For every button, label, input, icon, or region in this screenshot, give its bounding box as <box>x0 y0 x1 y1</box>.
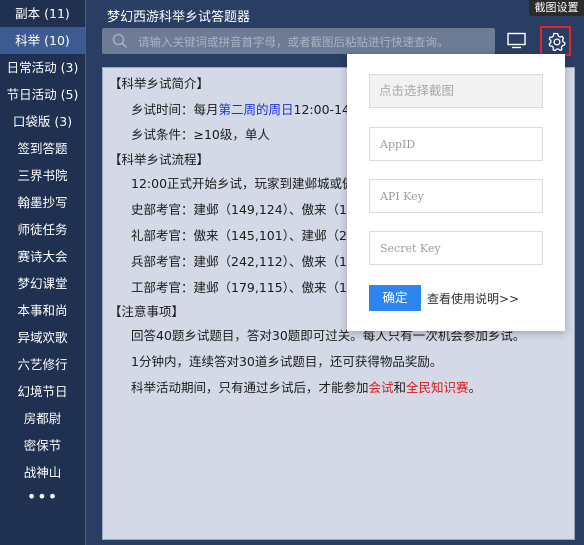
search-icon <box>112 33 128 49</box>
sidebar-item-sanjie-academy[interactable]: 三界书院 <box>0 162 85 189</box>
secret-key-field[interactable] <box>369 231 543 265</box>
sidebar-item-fuben[interactable]: 副本 (11) <box>0 0 85 27</box>
sidebar-item-monk[interactable]: 本事和尚 <box>0 297 85 324</box>
help-link[interactable]: 查看使用说明>> <box>427 290 519 307</box>
sidebar-item-hanmo-copy[interactable]: 翰墨抄写 <box>0 189 85 216</box>
gear-icon <box>548 32 566 52</box>
note-line: 1分钟内，连续答对30道乡试题目，还可获得物品奖励。 <box>131 354 443 369</box>
exam-time-value: 12:00-14: <box>293 102 355 117</box>
secret-key-input[interactable] <box>378 232 542 264</box>
sidebar-item-festival[interactable]: 节日活动 (5) <box>0 81 85 108</box>
official-line: 史部考官：建邺（149,124）、傲来（13 <box>131 202 355 217</box>
sidebar-item-menghuan-class[interactable]: 梦幻课堂 <box>0 270 85 297</box>
exam-time-label: 乡试时间：每月 <box>131 102 219 117</box>
note-text: 科举活动期间，只有通过乡试后，才能参加 <box>131 380 369 395</box>
screenshot-settings-popup: 点击选择截图 确定 查看使用说明>> <box>347 54 565 331</box>
official-line: 礼部考官：傲来（145,101）、建邺（21 <box>131 228 355 243</box>
more-icon[interactable]: ••• <box>0 486 85 513</box>
exam-time-highlight: 第二周的周日 <box>218 102 294 117</box>
sidebar-item-mibao[interactable]: 密保节 <box>0 432 85 459</box>
official-line: 工部考官：建邺（179,115）、傲来（18 <box>131 280 355 295</box>
screenshot-settings-button[interactable] <box>540 26 571 56</box>
section-header-notes: 【注意事项】 <box>109 304 185 319</box>
sidebar-item-zhanshen-mountain[interactable]: 战神山 <box>0 459 85 486</box>
sidebar-item-pocket[interactable]: 口袋版 (3) <box>0 108 85 135</box>
appid-input[interactable] <box>378 128 542 160</box>
confirm-button[interactable]: 确定 <box>369 285 421 311</box>
sidebar-item-exotic-song[interactable]: 异域欢歌 <box>0 324 85 351</box>
app-title: 梦幻西游科举乡试答题器 <box>107 10 251 25</box>
note-highlight: 会试 <box>368 380 394 395</box>
search-input[interactable] <box>136 31 490 53</box>
note-line: 科举活动期间，只有通过乡试后，才能参加会试和全民知识赛。 <box>131 377 481 396</box>
api-key-field[interactable] <box>369 179 543 213</box>
sidebar-item-keju[interactable]: 科举 (10) <box>0 27 85 54</box>
appid-field[interactable] <box>369 127 543 161</box>
section-header-intro: 【科举乡试简介】 <box>109 76 210 91</box>
note-highlight: 全民知识赛 <box>406 380 469 395</box>
sidebar: 副本 (11) 科举 (10) 日常活动 (3) 节日活动 (5) 口袋版 (3… <box>0 0 86 545</box>
note-text: 。 <box>468 380 482 395</box>
note-text: 和 <box>393 380 407 395</box>
sidebar-item-checkin-quiz[interactable]: 签到答题 <box>0 135 85 162</box>
select-screenshot-button[interactable]: 点击选择截图 <box>369 74 543 108</box>
sidebar-item-poetry-contest[interactable]: 赛诗大会 <box>0 243 85 270</box>
flow-start: 12:00正式开始乡试，玩家到建邺城或傲 <box>131 176 355 191</box>
exam-time: 乡试时间：每月第二周的周日12:00-14: <box>131 99 354 118</box>
exam-condition: 乡试条件：≥10级，单人 <box>131 127 270 142</box>
monitor-icon[interactable] <box>507 32 527 49</box>
tooltip: 截图设置 <box>529 0 584 16</box>
sidebar-item-mentor-task[interactable]: 师徒任务 <box>0 216 85 243</box>
sidebar-item-six-arts[interactable]: 六艺修行 <box>0 351 85 378</box>
search-bar[interactable] <box>102 28 495 54</box>
sidebar-item-illusion-festival[interactable]: 幻境节日 <box>0 378 85 405</box>
official-line: 兵部考官：建邺（242,112）、傲来（19 <box>131 254 355 269</box>
api-key-input[interactable] <box>378 180 542 212</box>
sidebar-item-fangduwei[interactable]: 房都尉 <box>0 405 85 432</box>
sidebar-item-daily[interactable]: 日常活动 (3) <box>0 54 85 81</box>
section-header-flow: 【科举乡试流程】 <box>109 152 210 167</box>
